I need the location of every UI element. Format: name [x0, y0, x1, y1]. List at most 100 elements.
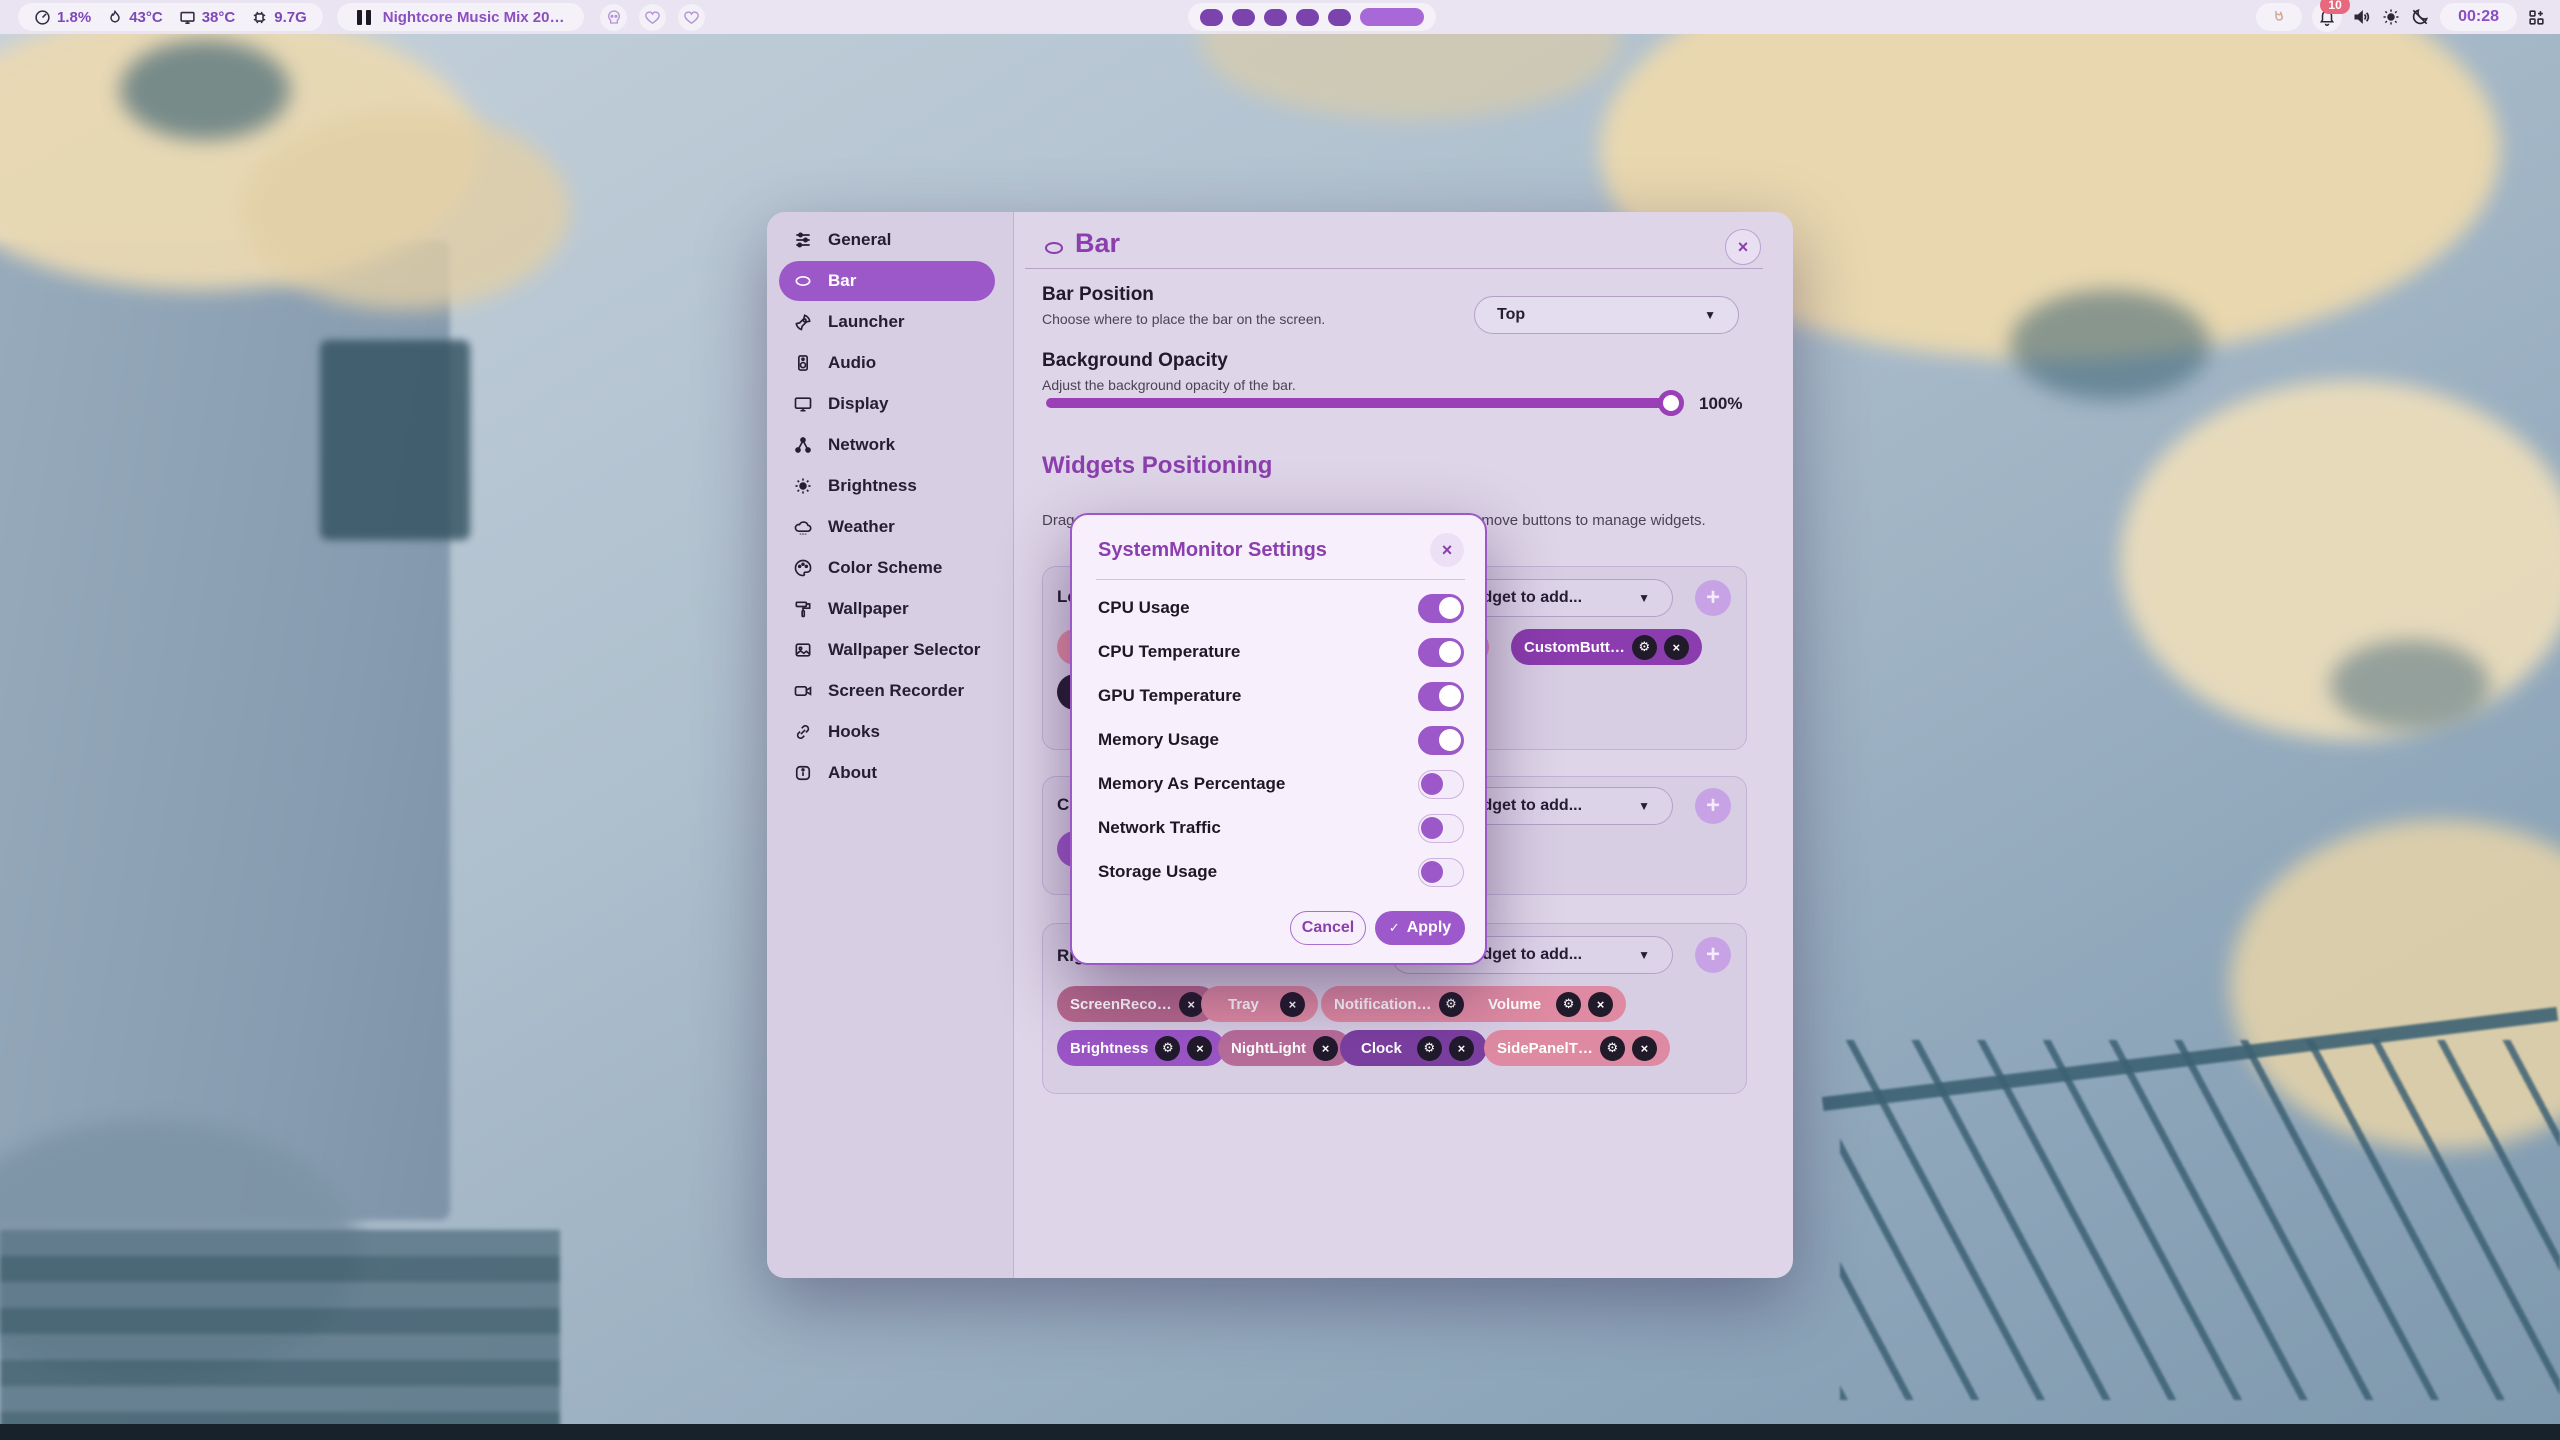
dialog-close-button[interactable]: ×: [1430, 533, 1464, 567]
volume-button[interactable]: [2352, 7, 2372, 27]
close-icon: ×: [1322, 1041, 1330, 1056]
opacity-slider-knob[interactable]: [1658, 390, 1684, 416]
workspace-dot[interactable]: [1296, 9, 1319, 26]
chip-remove-button[interactable]: ×: [1313, 1036, 1338, 1061]
sidebar-item-hooks[interactable]: Hooks: [779, 712, 995, 752]
apply-button[interactable]: ✓ Apply: [1375, 911, 1465, 945]
clock-module[interactable]: 00:28: [2440, 3, 2517, 31]
workspaces-module[interactable]: [1188, 3, 1436, 31]
background-opacity-label: Background Opacity: [1042, 350, 1228, 372]
system-stats-module[interactable]: 1.8% 43°C 38°C 9.7G: [18, 3, 323, 31]
workspace-dot[interactable]: [1200, 9, 1223, 26]
sidebar-item-screen-recorder[interactable]: Screen Recorder: [779, 671, 995, 711]
skull-button[interactable]: [600, 4, 627, 31]
gpu-temperature-toggle[interactable]: [1418, 682, 1464, 711]
sidebar-item-general[interactable]: General: [779, 220, 995, 260]
workspace-active-indicator[interactable]: [1360, 8, 1424, 26]
network-traffic-toggle[interactable]: [1418, 814, 1464, 843]
sidebar-item-wallpaper[interactable]: Wallpaper: [779, 589, 995, 629]
widget-chip-volume[interactable]: Volume ⚙ ×: [1467, 986, 1626, 1022]
workspace-dot[interactable]: [1232, 9, 1255, 26]
wallpaper-window: [320, 340, 470, 540]
media-player-module[interactable]: Nightcore Music Mix 20…: [337, 3, 585, 31]
chip-remove-button[interactable]: ×: [1588, 992, 1613, 1017]
moon-slash-icon: [2410, 7, 2430, 27]
toggle-label: Memory As Percentage: [1098, 774, 1285, 794]
sidebar-item-weather[interactable]: Weather: [779, 507, 995, 547]
workspace-dot[interactable]: [1264, 9, 1287, 26]
window-close-button[interactable]: ×: [1725, 229, 1761, 265]
cancel-label: Cancel: [1302, 919, 1354, 937]
sidebar-item-display[interactable]: Display: [779, 384, 995, 424]
widget-chip-custombutton[interactable]: CustomButt… ⚙ ×: [1511, 629, 1702, 665]
memory-as-percentage-toggle[interactable]: [1418, 770, 1464, 799]
brightness-button[interactable]: [2382, 8, 2400, 26]
chip-remove-button[interactable]: ×: [1280, 992, 1305, 1017]
wallpaper-bottom-shadow: [0, 1424, 2560, 1440]
dashboard-button[interactable]: [2527, 8, 2546, 27]
chip-label: Notification…: [1334, 996, 1432, 1013]
chip-remove-button[interactable]: ×: [1187, 1036, 1212, 1061]
bar-position-dropdown[interactable]: Top ▼: [1474, 296, 1739, 334]
sidebar-item-bar[interactable]: Bar: [779, 261, 995, 301]
center-widget-add-button[interactable]: +: [1695, 788, 1731, 824]
widget-chip-tray[interactable]: Tray ×: [1201, 986, 1318, 1022]
chip-settings-button[interactable]: ⚙: [1417, 1036, 1442, 1061]
widget-chip-sidepanel[interactable]: SidePanelT… ⚙ ×: [1484, 1030, 1670, 1066]
sidebar-label: Screen Recorder: [828, 681, 964, 701]
widget-chip-nightlight[interactable]: NightLight ×: [1218, 1030, 1351, 1066]
chip-label: NightLight: [1231, 1040, 1306, 1057]
clock-value: 00:28: [2458, 8, 2499, 26]
chip-remove-button[interactable]: ×: [1179, 992, 1204, 1017]
left-widget-add-button[interactable]: +: [1695, 580, 1731, 616]
chip-settings-button[interactable]: ⚙: [1632, 635, 1657, 660]
cpu-usage-toggle[interactable]: [1418, 594, 1464, 623]
widget-chip-screenrecorder[interactable]: ScreenReco… ×: [1057, 986, 1217, 1022]
sidebar-item-audio[interactable]: Audio: [779, 343, 995, 383]
cpu-temperature-toggle[interactable]: [1418, 638, 1464, 667]
chip-settings-button[interactable]: ⚙: [1556, 992, 1581, 1017]
opacity-slider[interactable]: [1046, 398, 1681, 408]
workspace-dot[interactable]: [1328, 9, 1351, 26]
chip-label: Clock: [1353, 1040, 1410, 1057]
chip-remove-button[interactable]: ×: [1632, 1036, 1657, 1061]
sidebar-item-wallpaper-selector[interactable]: Wallpaper Selector: [779, 630, 995, 670]
sidebar-item-brightness[interactable]: Brightness: [779, 466, 995, 506]
close-icon: ×: [1641, 1041, 1649, 1056]
chip-label: SidePanelT…: [1497, 1040, 1593, 1057]
chip-settings-button[interactable]: ⚙: [1155, 1036, 1180, 1061]
chip-remove-button[interactable]: ×: [1449, 1036, 1474, 1061]
chevron-down-icon: ▼: [1638, 948, 1650, 962]
sidebar-item-color-scheme[interactable]: Color Scheme: [779, 548, 995, 588]
close-icon: ×: [1458, 1041, 1466, 1056]
wallpaper-leaf-shadow: [120, 40, 290, 140]
chip-settings-button[interactable]: ⚙: [1600, 1036, 1625, 1061]
tray-app-module[interactable]: [2256, 3, 2302, 31]
gpu-temp-value: 38°C: [202, 9, 236, 26]
cpu-load-stat: 1.8%: [34, 9, 91, 26]
heart-icon: [644, 9, 661, 26]
toggle-knob: [1439, 641, 1461, 663]
toggle-knob: [1439, 685, 1461, 707]
night-light-button[interactable]: [2410, 7, 2430, 27]
storage-usage-toggle[interactable]: [1418, 858, 1464, 887]
like-button[interactable]: [678, 4, 705, 31]
cancel-button[interactable]: Cancel: [1290, 911, 1366, 945]
sidebar-item-launcher[interactable]: Launcher: [779, 302, 995, 342]
wallpaper-foliage: [240, 110, 570, 310]
chip-remove-button[interactable]: ×: [1664, 635, 1689, 660]
paint-roller-icon: [793, 599, 813, 619]
chip-settings-button[interactable]: ⚙: [1439, 992, 1464, 1017]
chip-label: ScreenReco…: [1070, 996, 1172, 1013]
widget-chip-clock[interactable]: Clock ⚙ ×: [1340, 1030, 1487, 1066]
sidebar-label: General: [828, 230, 891, 250]
sidebar-item-about[interactable]: About: [779, 753, 995, 793]
sidebar-item-network[interactable]: Network: [779, 425, 995, 465]
memory-usage-toggle[interactable]: [1418, 726, 1464, 755]
widget-chip-brightness[interactable]: Brightness ⚙ ×: [1057, 1030, 1225, 1066]
favorite-button[interactable]: [639, 4, 666, 31]
toggle-knob: [1439, 729, 1461, 751]
right-widget-add-button[interactable]: +: [1695, 937, 1731, 973]
notifications-button[interactable]: 10: [2312, 2, 2342, 32]
apply-label: Apply: [1407, 919, 1451, 937]
